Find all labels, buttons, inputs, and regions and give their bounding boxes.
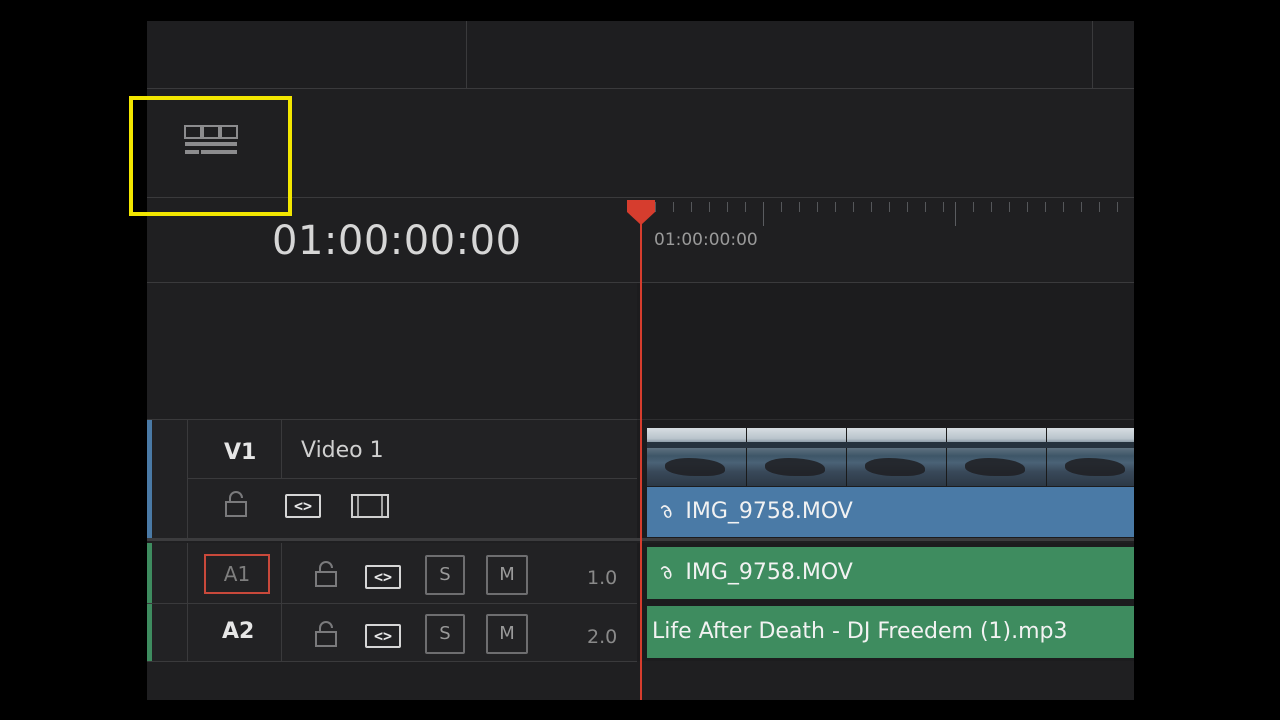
solo-button[interactable]: S bbox=[425, 614, 465, 654]
audio-clip[interactable]: Life After Death - DJ Freedem (1).mp3 bbox=[647, 606, 1134, 658]
divider bbox=[281, 604, 282, 662]
auto-select-icon[interactable]: <> bbox=[365, 565, 401, 589]
track-id-label: V1 bbox=[224, 440, 257, 465]
auto-select-icon[interactable]: <> bbox=[365, 624, 401, 648]
track-name-label[interactable]: Video 1 bbox=[301, 438, 384, 463]
track-id-label: A2 bbox=[222, 619, 255, 644]
divider bbox=[187, 420, 188, 538]
lock-icon[interactable] bbox=[314, 620, 338, 648]
track-level: 1.0 bbox=[587, 567, 618, 589]
empty-lane-area bbox=[637, 283, 1134, 420]
divider bbox=[281, 543, 282, 603]
current-timecode[interactable]: 01:00:00:00 bbox=[272, 218, 522, 264]
ruler-timecode-label: 01:00:00:00 bbox=[654, 230, 758, 250]
track-header-v1[interactable]: V1 Video 1 <> bbox=[147, 420, 637, 538]
timeline-ruler[interactable]: 01:00:00:00 bbox=[637, 198, 1134, 283]
divider bbox=[187, 604, 188, 662]
lock-icon[interactable] bbox=[314, 560, 338, 588]
timeline-options-row bbox=[147, 89, 1134, 198]
clip-name: IMG_9758.MOV bbox=[685, 499, 853, 524]
clip-name: IMG_9758.MOV bbox=[685, 560, 853, 585]
top-toolbar-strip bbox=[147, 21, 1134, 89]
playhead-handle[interactable] bbox=[625, 198, 657, 226]
track-level: 2.0 bbox=[587, 626, 618, 648]
playhead-line[interactable] bbox=[640, 219, 642, 700]
divider bbox=[187, 478, 637, 479]
toolbar-divider bbox=[1092, 21, 1093, 88]
audio-clip[interactable]: ∂ IMG_9758.MOV bbox=[647, 547, 1134, 599]
track-color-strip bbox=[147, 543, 152, 603]
timeline-panel: 01:00:00:00 01:00:00:00 V1 Video 1 <> <>… bbox=[147, 21, 1134, 700]
lock-icon[interactable] bbox=[224, 490, 248, 518]
divider bbox=[281, 420, 282, 478]
video-thumbnail-strip[interactable] bbox=[647, 428, 1134, 486]
solo-button[interactable]: S bbox=[425, 555, 465, 595]
track-id-label-selected[interactable]: A1 bbox=[204, 554, 270, 594]
divider bbox=[147, 661, 637, 662]
toolbar-divider bbox=[466, 21, 467, 88]
track-color-strip bbox=[147, 420, 152, 538]
divider bbox=[187, 543, 188, 603]
link-icon: ∂ bbox=[654, 498, 678, 524]
link-icon: ∂ bbox=[654, 559, 678, 585]
mute-button[interactable]: M bbox=[486, 555, 528, 595]
mute-button[interactable]: M bbox=[486, 614, 528, 654]
film-icon[interactable] bbox=[351, 494, 389, 518]
highlight-box bbox=[129, 96, 292, 216]
auto-select-icon[interactable]: <> bbox=[285, 494, 321, 518]
clip-name: Life After Death - DJ Freedem (1).mp3 bbox=[652, 619, 1068, 644]
track-header-a2[interactable]: A2 <> S M 2.0 bbox=[147, 604, 637, 662]
track-header-spacer bbox=[147, 283, 637, 420]
video-clip[interactable]: ∂ IMG_9758.MOV bbox=[647, 487, 1134, 537]
track-color-strip bbox=[147, 604, 152, 662]
